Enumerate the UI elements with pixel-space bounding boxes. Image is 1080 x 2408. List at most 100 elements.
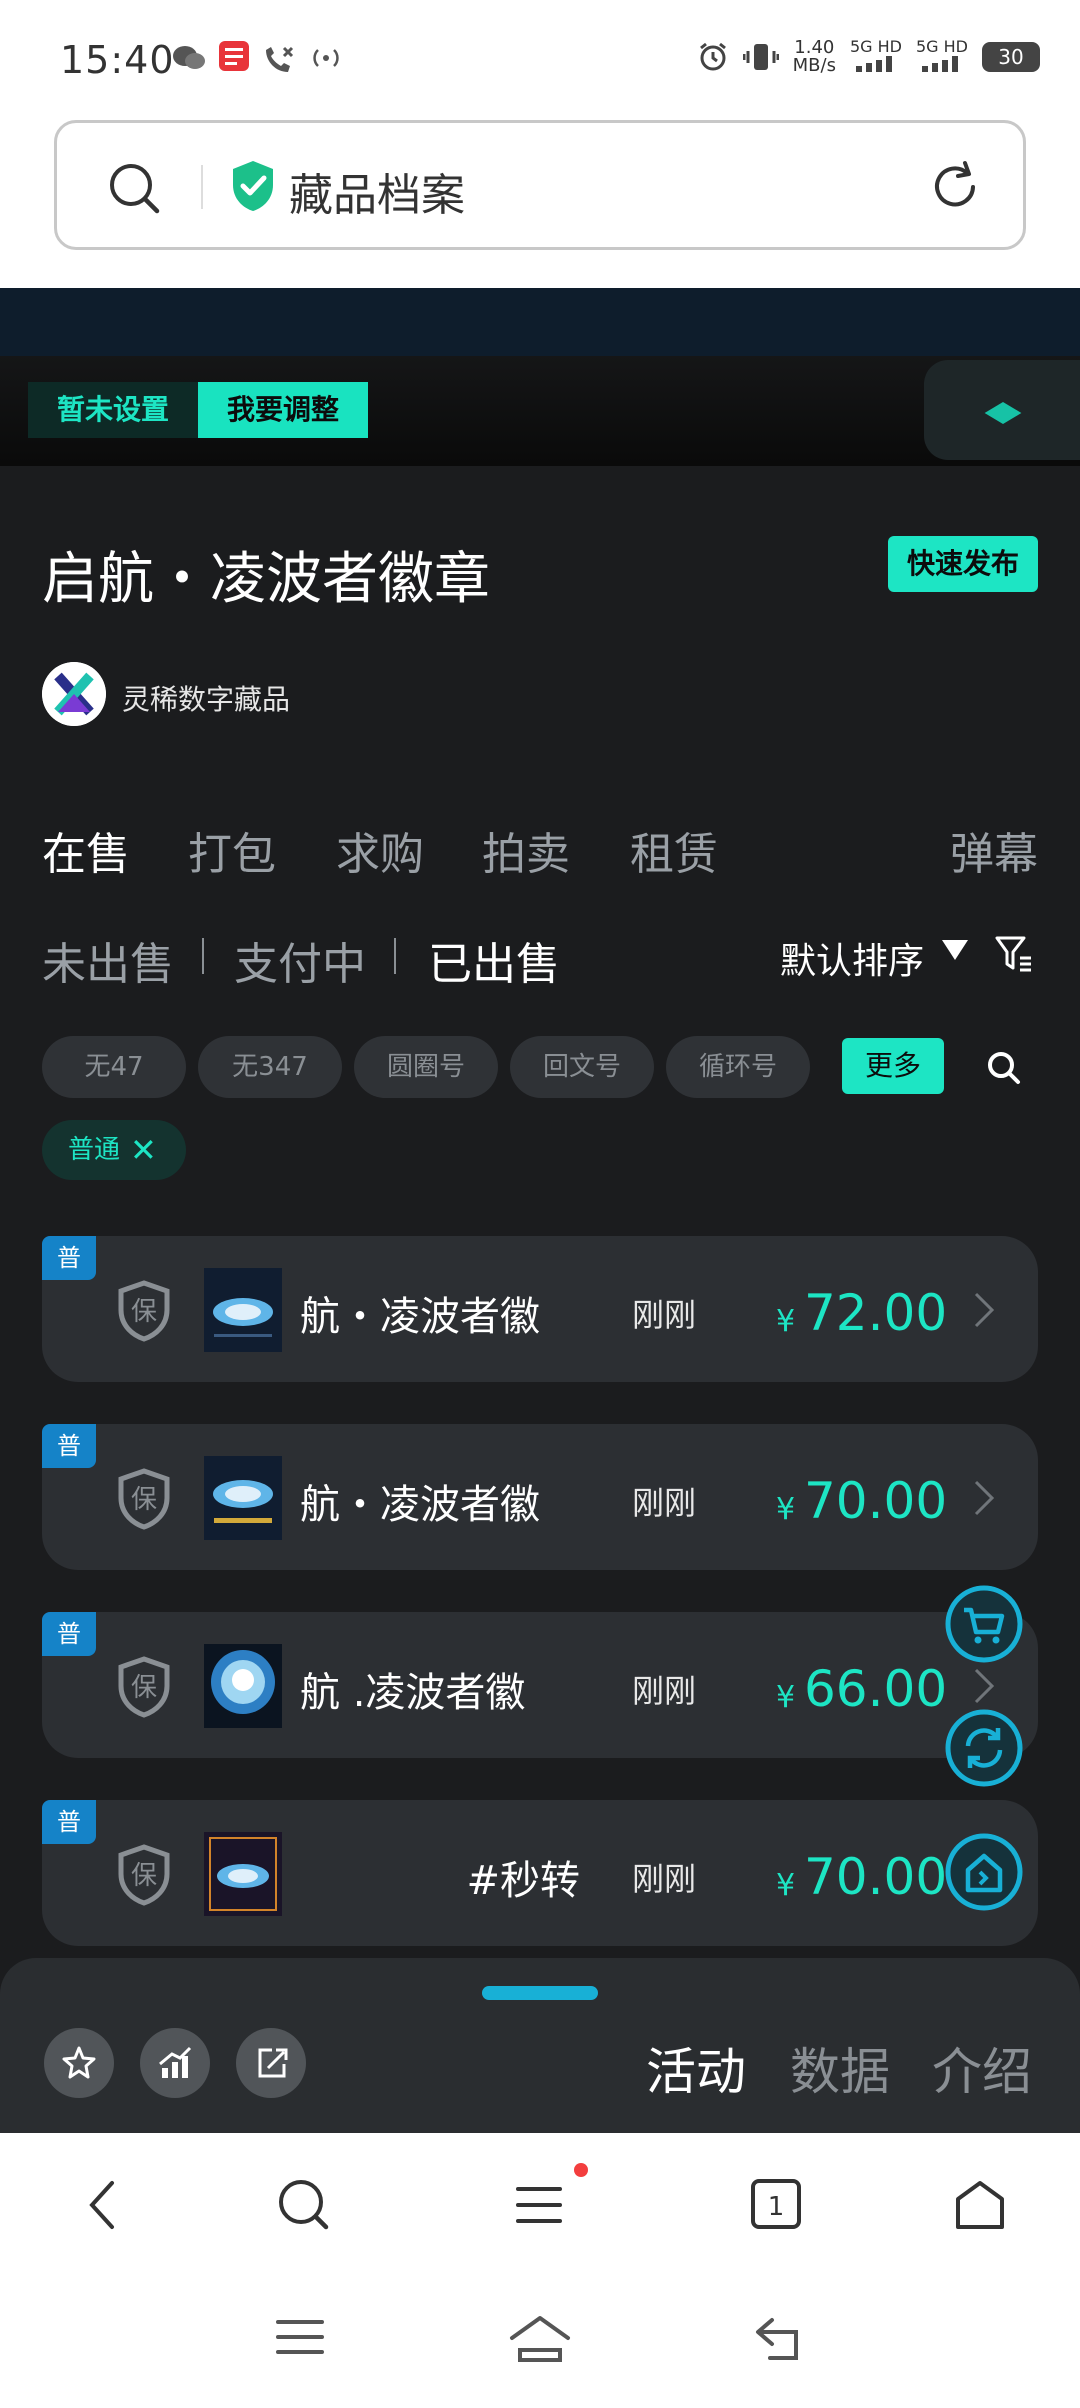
chevron-right-icon[interactable] [972,1666,996,1710]
rarity-badge: 普 [42,1612,96,1656]
notification-dot [574,2163,588,2177]
signal-1: 5G HD [850,38,902,76]
chevron-right-icon[interactable] [972,1290,996,1334]
system-back-icon[interactable] [752,2314,808,2368]
network-speed: 1.40 MB/s [793,39,836,75]
drag-handle[interactable] [482,1986,598,2000]
sort-dropdown[interactable]: 默认排序 [780,932,924,984]
trend-chart-icon[interactable] [140,2028,210,2098]
recent-apps-icon[interactable] [274,2314,326,2364]
tab-introduction[interactable]: 介绍 [932,2032,1032,2104]
subtab-divider [394,938,396,974]
cart-float-button[interactable] [944,1584,1024,1664]
close-icon[interactable]: ✕ [130,1120,157,1180]
bottom-sheet: 活动 数据 介绍 [0,1958,1080,2134]
active-filter-chip[interactable]: 普通 ✕ [42,1120,186,1180]
signal-1-label: 5G HD [849,37,902,56]
tab-on-sale[interactable]: 在售 [42,818,130,882]
tab-bundle[interactable]: 打包 [188,818,276,882]
not-set-button[interactable]: 暂未设置 [28,382,198,438]
currency-symbol: ¥ [776,1868,796,1903]
status-bar: 15:40 1.40 MB/s 5G HD 5G HD 30 [0,0,1080,120]
filter-chip[interactable]: 回文号 [510,1036,654,1098]
favorite-star-icon[interactable] [44,2028,114,2098]
speed-unit: MB/s [792,55,836,76]
signal-2-label: 5G HD [915,37,968,56]
filter-icon[interactable] [994,934,1034,978]
tab-auction[interactable]: 拍卖 [482,818,570,882]
listing-price: 72.00 [804,1284,948,1342]
listing-price: 70.00 [804,1848,948,1906]
adjust-button[interactable]: 我要调整 [198,382,368,438]
alarm-icon [699,42,726,71]
danmu-toggle[interactable]: 弹幕 [950,818,1038,882]
item-thumbnail [204,1644,282,1728]
browser-toolbar: 1 [0,2133,1080,2278]
publisher-name[interactable]: 灵稀数字藏品 [122,678,290,718]
filter-chip[interactable]: 圆圈号 [354,1036,498,1098]
sort-arrow-icon[interactable] [942,940,968,960]
tabs-counter-icon[interactable]: 1 [750,2177,802,2237]
page-title-address[interactable]: 藏品档案 [289,159,465,223]
filter-chip[interactable]: 循环号 [666,1036,810,1098]
refresh-float-button[interactable] [944,1708,1024,1788]
guarantee-shield-icon: 保 [116,1468,172,1534]
chevron-right-icon[interactable] [972,1478,996,1522]
back-icon[interactable] [82,2177,122,2237]
guarantee-shield-icon: 保 [116,1656,172,1722]
rarity-badge: 普 [42,1236,96,1280]
listing-row[interactable]: 普 保 航・凌波者徽 刚刚 ¥ 70.00 [42,1424,1038,1570]
listing-row[interactable]: 普 保 航 .凌波者徽 刚刚 ¥ 66.00 [42,1612,1038,1758]
system-nav-bar [0,2278,1080,2408]
home-float-button[interactable] [944,1832,1024,1912]
search-icon[interactable] [107,161,163,221]
missed-call-icon [262,44,296,83]
currency-symbol: ¥ [776,1492,796,1527]
shield-char: 保 [131,1861,157,1891]
status-time: 15:40 [60,38,175,82]
item-name: 航 .凌波者徽 [300,1670,526,1716]
tab-data[interactable]: 数据 [790,2032,890,2104]
guarantee-shield-icon: 保 [116,1844,172,1910]
more-filters-button[interactable]: 更多 [842,1038,944,1094]
collection-title: 启航・凌波者徽章 [42,547,490,612]
security-shield-icon [229,159,277,217]
tab-activity[interactable]: 活动 [646,2032,746,2104]
listing-price: 70.00 [804,1472,948,1530]
shield-char: 保 [131,1673,157,1703]
app-notification-icon [218,40,250,79]
system-home-icon[interactable] [508,2314,572,2368]
item-thumbnail [204,1268,282,1352]
collapse-toggle[interactable] [924,360,1080,460]
listing-price: 66.00 [804,1660,948,1718]
share-icon[interactable] [236,2028,306,2098]
signal-bars-icon [921,56,958,72]
item-name: 航・凌波者徽 [300,1294,540,1340]
home-icon[interactable] [954,2177,1006,2237]
filter-chip[interactable]: 无47 [42,1036,186,1098]
currency-symbol: ¥ [776,1680,796,1715]
market-tabs: 在售 打包 求购 拍卖 租赁 弹幕 [42,818,1038,880]
tab-want-to-buy[interactable]: 求购 [336,818,424,882]
listing-row[interactable]: 普 保 航・凌波者徽 刚刚 ¥ 72.00 [42,1236,1038,1382]
listing-row[interactable]: 普 保 #秒转 刚刚 ¥ 70.00 [42,1800,1038,1946]
subtab-sold[interactable]: 已出售 [428,928,560,992]
menu-icon[interactable] [514,2177,564,2237]
reload-icon[interactable] [927,159,983,219]
listing-time: 刚刚 [632,1672,697,1710]
shield-char: 保 [131,1485,157,1515]
tab-rental[interactable]: 租赁 [630,818,718,882]
filter-search-icon[interactable] [986,1050,1022,1090]
currency-symbol: ¥ [776,1304,796,1339]
battery-icon: 30 [982,42,1040,72]
subtab-paying[interactable]: 支付中 [234,928,366,992]
publisher-logo[interactable] [42,662,106,726]
item-name: #秒转 [466,1858,580,1904]
quick-publish-button[interactable]: 快速发布 [888,536,1038,592]
address-bar[interactable]: 藏品档案 [54,120,1026,250]
signal-bars-icon [855,56,892,72]
search-icon[interactable] [276,2177,332,2237]
subtab-divider [202,938,204,974]
filter-chip[interactable]: 无347 [198,1036,342,1098]
subtab-unsold[interactable]: 未出售 [42,928,174,992]
